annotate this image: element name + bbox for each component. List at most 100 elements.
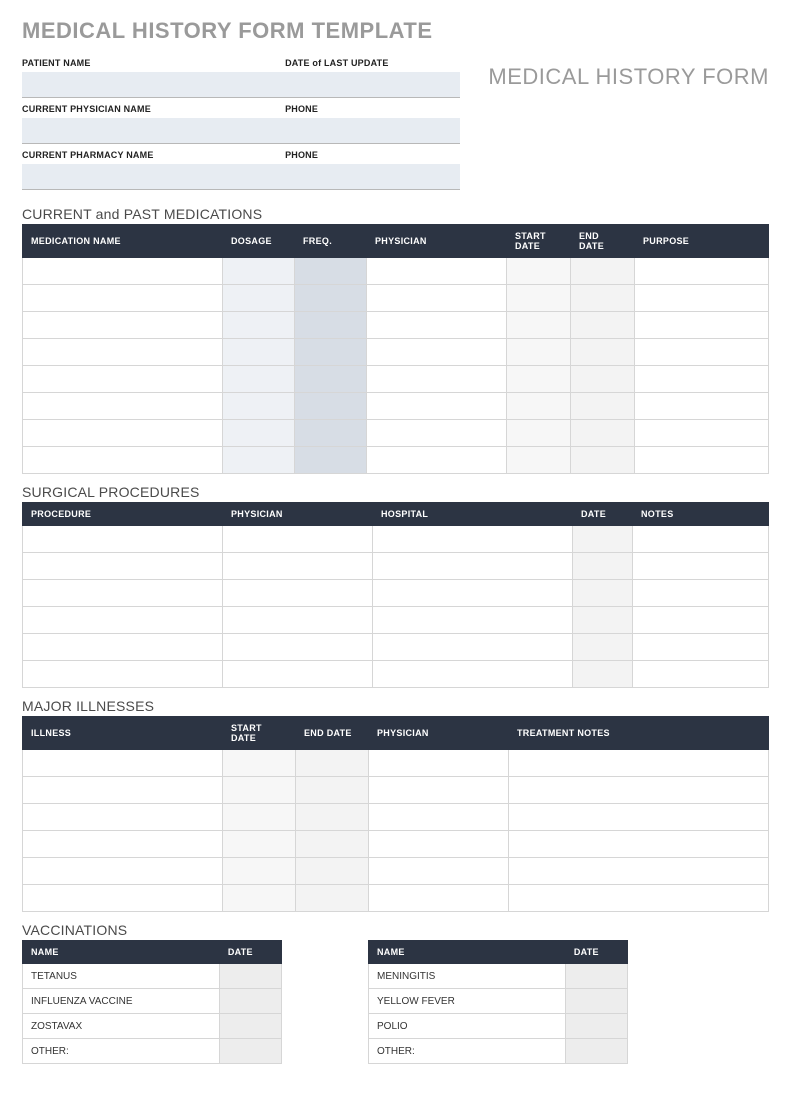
table-cell[interactable]: [367, 339, 507, 366]
physician-name-input[interactable]: [22, 118, 285, 144]
table-cell[interactable]: [633, 661, 769, 688]
table-cell[interactable]: [223, 634, 373, 661]
table-cell[interactable]: [507, 312, 571, 339]
table-cell[interactable]: [23, 366, 223, 393]
table-cell[interactable]: [295, 285, 367, 312]
vaccine-date-cell[interactable]: [565, 989, 627, 1014]
table-cell[interactable]: [509, 750, 769, 777]
table-cell[interactable]: [223, 312, 295, 339]
table-cell[interactable]: [223, 885, 296, 912]
table-cell[interactable]: [509, 885, 769, 912]
table-cell[interactable]: [507, 366, 571, 393]
table-cell[interactable]: [23, 858, 223, 885]
table-cell[interactable]: [509, 777, 769, 804]
table-cell[interactable]: [295, 447, 367, 474]
table-cell[interactable]: [573, 526, 633, 553]
table-cell[interactable]: [571, 393, 635, 420]
table-cell[interactable]: [223, 607, 373, 634]
table-cell[interactable]: [295, 393, 367, 420]
vaccine-date-cell[interactable]: [565, 1039, 627, 1064]
table-cell[interactable]: [369, 750, 509, 777]
table-cell[interactable]: [635, 447, 769, 474]
table-cell[interactable]: [635, 285, 769, 312]
table-cell[interactable]: [367, 420, 507, 447]
table-cell[interactable]: [373, 607, 573, 634]
table-cell[interactable]: [296, 804, 369, 831]
table-cell[interactable]: [23, 339, 223, 366]
table-cell[interactable]: [223, 831, 296, 858]
table-cell[interactable]: [571, 339, 635, 366]
table-cell[interactable]: [223, 366, 295, 393]
table-cell[interactable]: [23, 258, 223, 285]
table-cell[interactable]: [296, 750, 369, 777]
table-cell[interactable]: [367, 258, 507, 285]
table-cell[interactable]: [367, 312, 507, 339]
table-cell[interactable]: [223, 777, 296, 804]
table-cell[interactable]: [223, 804, 296, 831]
vaccine-date-cell[interactable]: [219, 964, 281, 989]
table-cell[interactable]: [23, 312, 223, 339]
table-cell[interactable]: [573, 661, 633, 688]
table-cell[interactable]: [373, 661, 573, 688]
physician-phone-input[interactable]: [285, 118, 460, 144]
pharmacy-name-input[interactable]: [22, 164, 285, 190]
table-cell[interactable]: [571, 447, 635, 474]
table-cell[interactable]: [367, 366, 507, 393]
table-cell[interactable]: [223, 258, 295, 285]
table-cell[interactable]: [23, 634, 223, 661]
table-cell[interactable]: [571, 420, 635, 447]
table-cell[interactable]: [23, 285, 223, 312]
table-cell[interactable]: [633, 607, 769, 634]
vaccine-date-cell[interactable]: [565, 1014, 627, 1039]
table-cell[interactable]: [507, 420, 571, 447]
vaccine-date-cell[interactable]: [219, 1014, 281, 1039]
table-cell[interactable]: [223, 339, 295, 366]
table-cell[interactable]: [23, 447, 223, 474]
table-cell[interactable]: [23, 553, 223, 580]
table-cell[interactable]: [367, 393, 507, 420]
table-cell[interactable]: [369, 777, 509, 804]
table-cell[interactable]: [571, 285, 635, 312]
table-cell[interactable]: [635, 339, 769, 366]
table-cell[interactable]: [571, 312, 635, 339]
table-cell[interactable]: [23, 607, 223, 634]
table-cell[interactable]: [571, 366, 635, 393]
table-cell[interactable]: [507, 285, 571, 312]
table-cell[interactable]: [635, 312, 769, 339]
table-cell[interactable]: [507, 258, 571, 285]
table-cell[interactable]: [373, 634, 573, 661]
table-cell[interactable]: [23, 750, 223, 777]
table-cell[interactable]: [635, 366, 769, 393]
table-cell[interactable]: [295, 339, 367, 366]
table-cell[interactable]: [633, 526, 769, 553]
table-cell[interactable]: [369, 885, 509, 912]
table-cell[interactable]: [373, 580, 573, 607]
table-cell[interactable]: [509, 831, 769, 858]
table-cell[interactable]: [223, 750, 296, 777]
table-cell[interactable]: [23, 885, 223, 912]
patient-name-input[interactable]: [22, 72, 285, 98]
table-cell[interactable]: [367, 447, 507, 474]
table-cell[interactable]: [507, 393, 571, 420]
table-cell[interactable]: [573, 607, 633, 634]
table-cell[interactable]: [296, 777, 369, 804]
table-cell[interactable]: [635, 420, 769, 447]
table-cell[interactable]: [507, 447, 571, 474]
table-cell[interactable]: [223, 661, 373, 688]
table-cell[interactable]: [23, 580, 223, 607]
table-cell[interactable]: [373, 526, 573, 553]
table-cell[interactable]: [295, 312, 367, 339]
table-cell[interactable]: [296, 858, 369, 885]
last-update-input[interactable]: [285, 72, 460, 98]
table-cell[interactable]: [369, 858, 509, 885]
table-cell[interactable]: [509, 858, 769, 885]
table-cell[interactable]: [296, 831, 369, 858]
table-cell[interactable]: [295, 258, 367, 285]
table-cell[interactable]: [367, 285, 507, 312]
table-cell[interactable]: [633, 580, 769, 607]
table-cell[interactable]: [223, 553, 373, 580]
table-cell[interactable]: [295, 366, 367, 393]
table-cell[interactable]: [573, 580, 633, 607]
table-cell[interactable]: [633, 634, 769, 661]
table-cell[interactable]: [223, 526, 373, 553]
